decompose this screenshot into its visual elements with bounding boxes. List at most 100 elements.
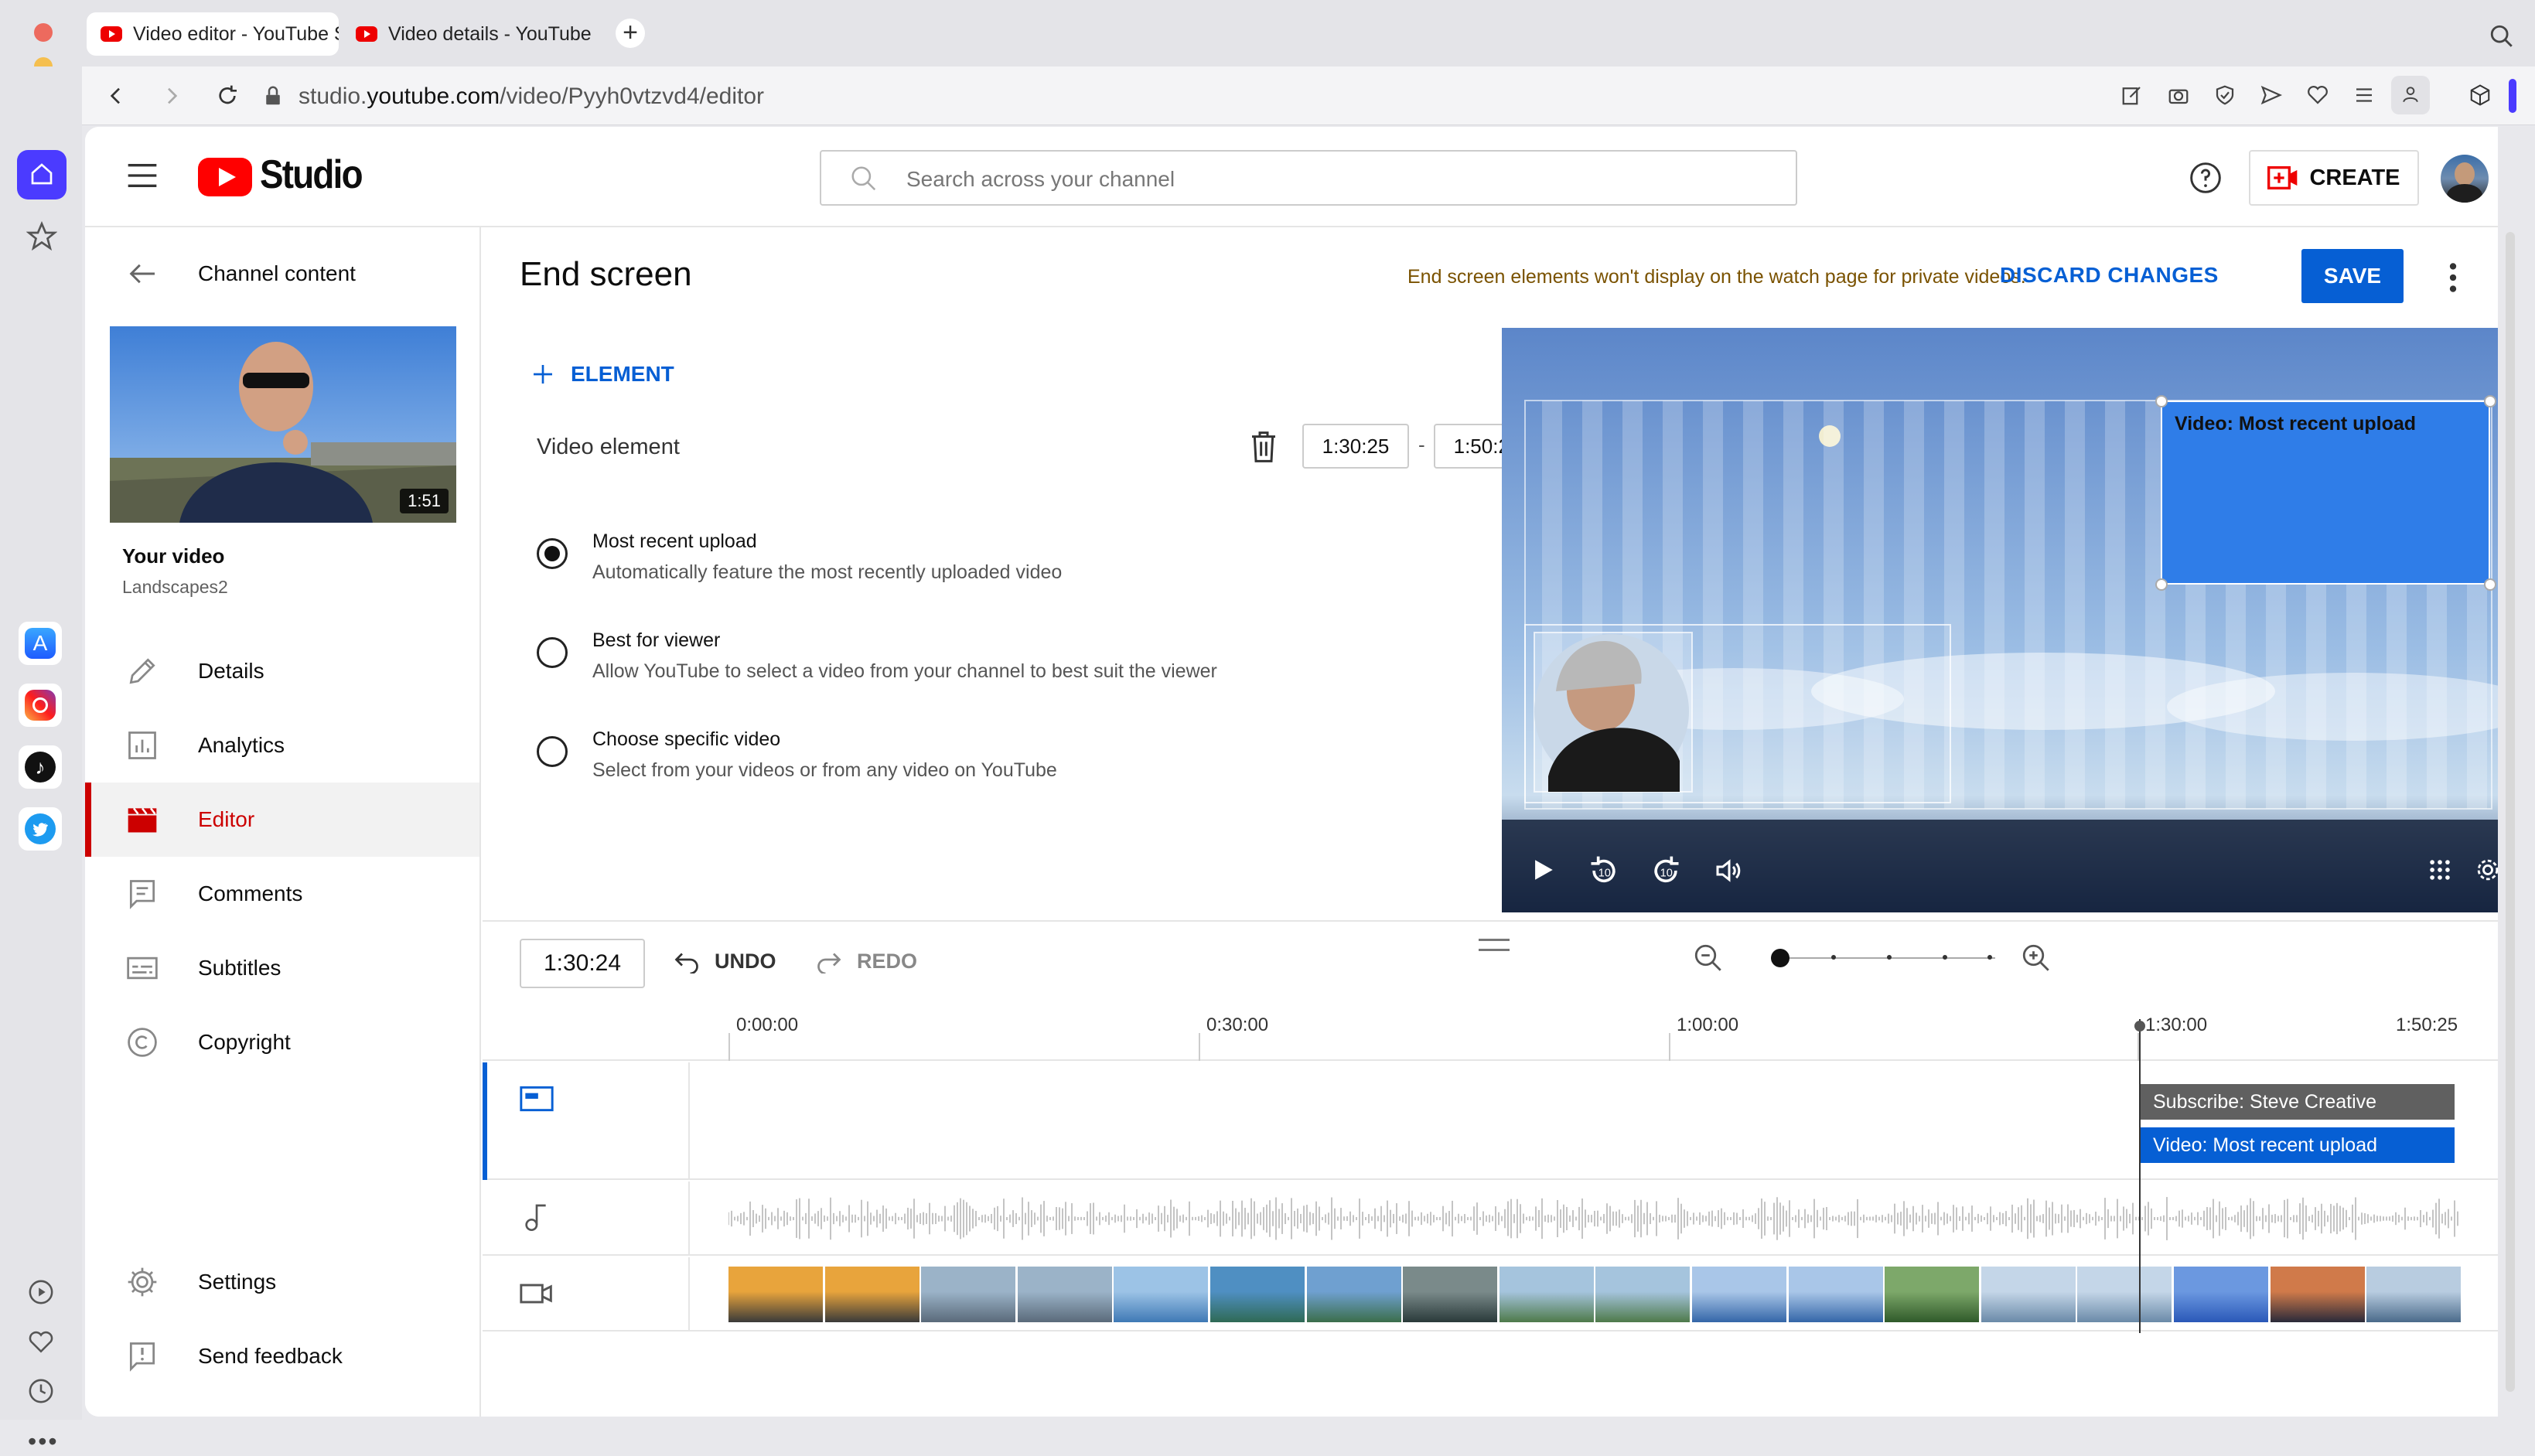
undo-button[interactable]: UNDO (673, 950, 776, 974)
twitter-shortcut[interactable] (19, 807, 62, 851)
lock-icon[interactable] (261, 84, 285, 108)
back-arrow-icon[interactable] (104, 84, 128, 108)
sidebar-item-editor[interactable]: Editor (85, 783, 479, 857)
private-video-warning: End screen elements won't display on the… (1407, 266, 2026, 288)
studio-logo-text[interactable]: Studio (260, 152, 363, 198)
zoom-out-icon[interactable] (1692, 942, 1725, 974)
start-time-input[interactable]: 1:30:25 (1302, 424, 1409, 469)
resize-handle[interactable] (2484, 395, 2496, 407)
sidebar-item-copyright[interactable]: Copyright (85, 1005, 479, 1079)
zoom-slider-thumb[interactable] (1771, 949, 1790, 967)
tick-label: 0:30:00 (1206, 1014, 1269, 1035)
sidebar-item-analytics[interactable]: Analytics (85, 708, 479, 783)
zoom-in-icon[interactable] (2020, 942, 2052, 974)
gear-icon[interactable] (2473, 855, 2498, 885)
shield-icon[interactable] (2213, 84, 2236, 107)
play-icon[interactable] (1530, 855, 1556, 885)
resize-drag-handle[interactable] (1479, 939, 1510, 951)
video-element-overlay[interactable]: Video: Most recent upload (2161, 401, 2490, 585)
video-preview[interactable]: Video: Most recent upload 10 10 (1502, 328, 2498, 912)
app-store-shortcut[interactable]: A (19, 622, 62, 665)
camera-icon[interactable] (2167, 84, 2190, 107)
profile-button[interactable] (2391, 76, 2430, 114)
reload-icon[interactable] (215, 84, 240, 108)
radio-best-for-viewer[interactable] (537, 637, 568, 668)
playhead-knob[interactable] (2134, 1021, 2145, 1031)
save-button[interactable]: SAVE (2301, 249, 2404, 303)
youtube-logo-icon[interactable] (198, 158, 252, 196)
heart-icon[interactable] (2306, 84, 2329, 107)
help-icon[interactable] (2189, 161, 2223, 195)
zoom-slider[interactable] (1771, 946, 1995, 970)
timeline-segment-video[interactable]: Video: Most recent upload (2141, 1127, 2455, 1163)
more-options-button[interactable] (2438, 258, 2468, 297)
sidebar-item-comments[interactable]: Comments (85, 857, 479, 931)
add-element-button[interactable]: ELEMENT (531, 362, 674, 387)
home-button[interactable] (17, 150, 67, 199)
list-icon[interactable] (2352, 84, 2376, 107)
play-circle-icon[interactable] (28, 1279, 54, 1305)
discard-changes-button[interactable]: DISCARD CHANGES (2000, 263, 2219, 288)
tiktok-shortcut[interactable]: ♪ (19, 745, 62, 789)
url-text[interactable]: studio.youtube.com/video/Pyyh0vtzvd4/edi… (299, 84, 764, 110)
redo-button[interactable]: REDO (815, 950, 917, 974)
instagram-shortcut[interactable] (19, 684, 62, 727)
feedback-label: Send feedback (198, 1344, 343, 1368)
scrollbar[interactable] (2506, 232, 2515, 1392)
tab-video-details[interactable]: Video details - YouTube S (342, 12, 594, 56)
hamburger-menu-icon[interactable] (127, 162, 158, 189)
sidebar-item-label: Editor (198, 807, 255, 831)
resize-handle[interactable] (2484, 578, 2496, 591)
sidebar-item-feedback[interactable]: Send feedback (85, 1319, 479, 1393)
music-note-icon (525, 1204, 546, 1231)
forward-arrow-icon[interactable] (159, 84, 184, 108)
filmstrip-frame (1114, 1267, 1209, 1322)
tab-video-editor[interactable]: Video editor - YouTube S (87, 12, 339, 56)
search-icon[interactable] (2489, 23, 2515, 49)
radio-specific-video[interactable] (537, 736, 568, 767)
cube-icon[interactable] (2468, 84, 2492, 107)
video-track[interactable] (483, 1257, 2498, 1332)
avatar[interactable] (2441, 155, 2489, 203)
channel-content-link[interactable]: Channel content (198, 261, 356, 286)
volume-icon[interactable] (1714, 855, 1745, 886)
sidebar-item-settings[interactable]: Settings (85, 1245, 479, 1319)
delete-trash-icon[interactable] (1248, 430, 1279, 464)
create-label: CREATE (2309, 165, 2400, 190)
current-time-display[interactable]: 1:30:24 (520, 939, 645, 988)
gear-icon (128, 1267, 157, 1297)
heart-icon[interactable] (28, 1328, 54, 1355)
sidebar-toggle-indicator[interactable] (2509, 79, 2516, 113)
sidebar-item-subtitles[interactable]: Subtitles (85, 931, 479, 1005)
video-thumbnail[interactable]: 1:51 (110, 326, 456, 523)
end-screen-track[interactable]: Subscribe: Steve Creative Video: Most re… (483, 1062, 2498, 1180)
window-close-button[interactable] (34, 23, 53, 42)
grid-icon[interactable] (2427, 857, 2453, 883)
radio-most-recent[interactable] (537, 538, 568, 569)
star-icon[interactable] (26, 221, 57, 252)
rewind-10-icon[interactable]: 10 (1587, 854, 1621, 888)
comment-icon (129, 880, 155, 909)
create-button[interactable]: CREATE (2249, 150, 2419, 206)
twitter-icon (25, 813, 56, 844)
more-icon[interactable]: ••• (28, 1427, 59, 1456)
resize-handle[interactable] (2155, 395, 2168, 407)
svg-text:10: 10 (1598, 867, 1611, 879)
subtitles-icon (127, 956, 158, 980)
search-input[interactable]: Search across your channel (820, 150, 1797, 206)
timeline-segment-subscribe[interactable]: Subscribe: Steve Creative (2141, 1084, 2455, 1120)
filmstrip-frame (2077, 1267, 2172, 1322)
sidebar-item-details[interactable]: Details (85, 634, 479, 708)
forward-10-icon[interactable]: 10 (1649, 854, 1683, 888)
pencil-icon (129, 658, 155, 684)
send-icon[interactable] (2260, 84, 2283, 107)
timeline-ruler[interactable]: 0:00:00 0:30:00 1:00:00 1:30:00 1:50:25 (483, 1014, 2498, 1061)
edit-icon[interactable] (2120, 84, 2144, 107)
new-tab-button[interactable]: + (616, 19, 645, 48)
audio-track[interactable] (483, 1182, 2498, 1256)
redo-icon (817, 953, 841, 974)
playhead[interactable] (2139, 1019, 2141, 1333)
resize-handle[interactable] (2155, 578, 2168, 591)
back-arrow-icon[interactable] (127, 261, 158, 286)
history-icon[interactable] (28, 1378, 54, 1404)
